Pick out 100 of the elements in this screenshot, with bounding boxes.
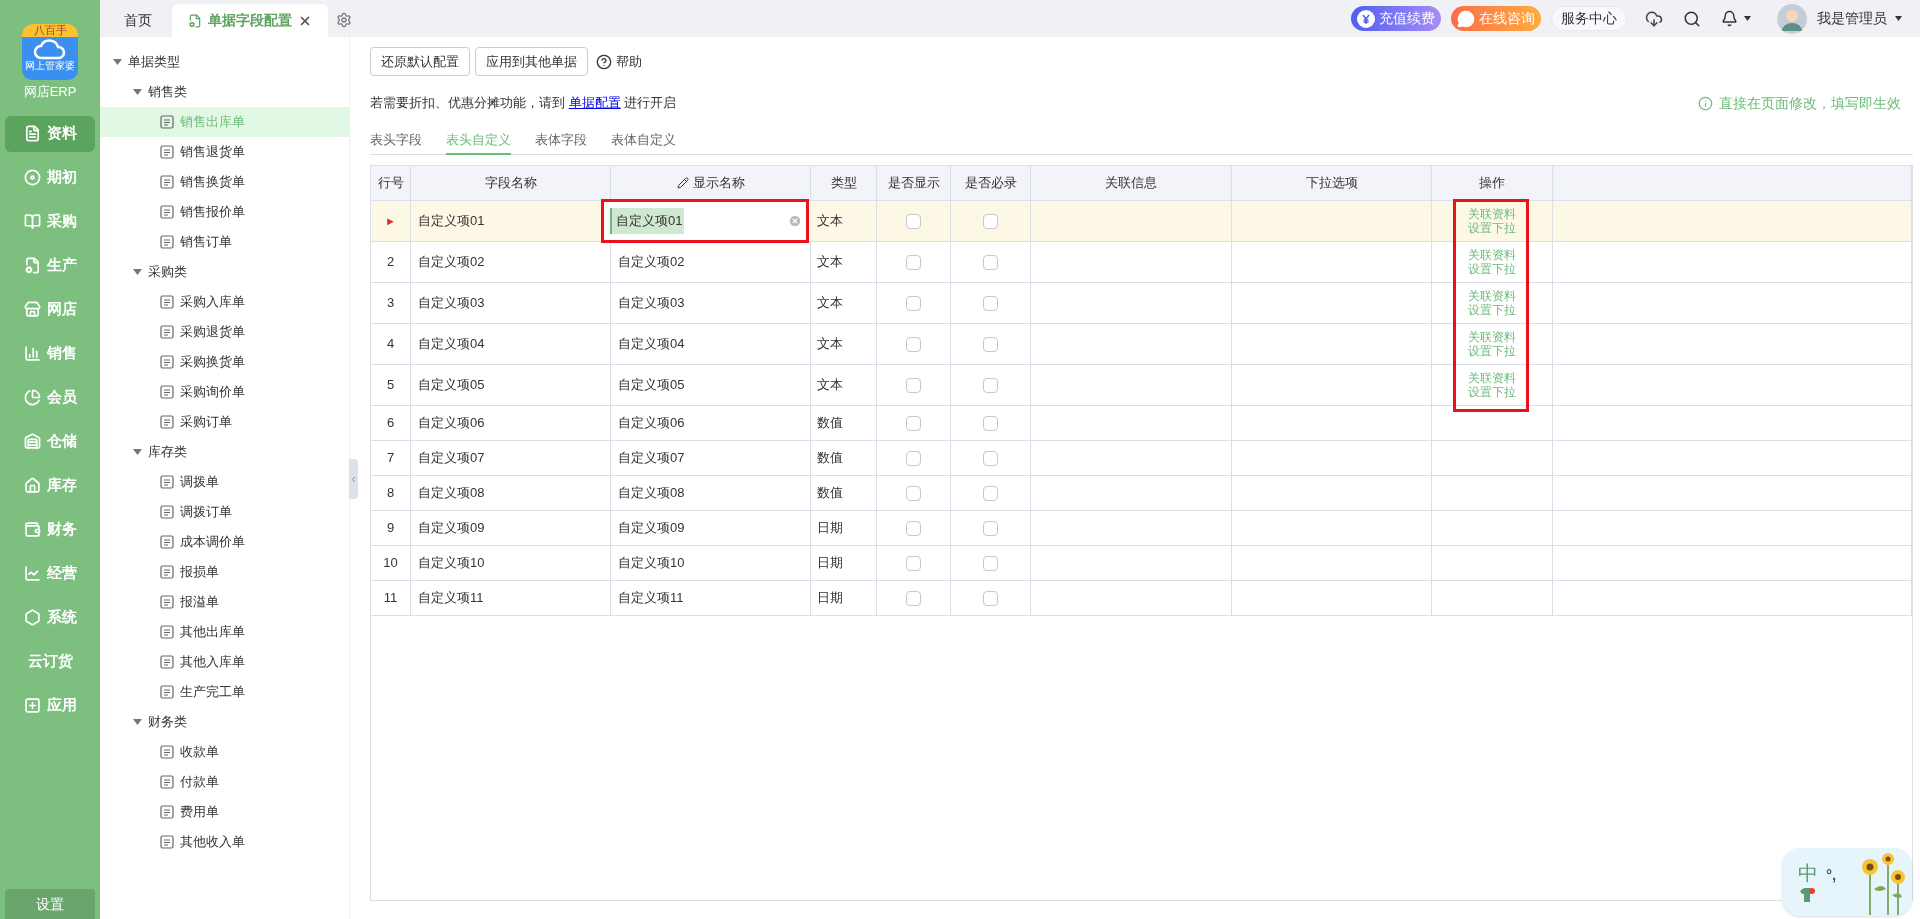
checkbox[interactable] [906,485,921,501]
checkbox[interactable] [906,336,921,352]
nav-icon [23,257,41,274]
checkbox[interactable] [983,590,998,606]
document-config-link[interactable]: 单据配置 [568,95,621,111]
tree-item[interactable]: 采购订单 [100,407,349,437]
table-row[interactable]: 6 自定义项06 自定义项06 数值 [371,406,1912,441]
row-number: 4 [371,324,411,364]
tree-item[interactable]: 采购询价单 [100,377,349,407]
table-row[interactable]: 3 自定义项03 自定义项03 文本 关联资料 设置下拉 [371,283,1912,324]
checkbox[interactable] [983,336,998,352]
checkbox[interactable] [906,415,921,431]
tree-item[interactable]: 报溢单 [100,587,349,617]
caret-icon[interactable] [113,59,122,65]
tree-item[interactable]: 采购换货单 [100,347,349,377]
checkbox[interactable] [906,377,921,393]
toolbar-button[interactable]: 应用到其他单据 [475,47,588,76]
table-row[interactable]: 9 自定义项09 自定义项09 日期 [371,511,1912,546]
table-row[interactable]: 10 自定义项10 自定义项10 日期 [371,546,1912,581]
checkbox[interactable] [983,415,998,431]
table-row[interactable]: 4 自定义项04 自定义项04 文本 关联资料 设置下拉 [371,324,1912,365]
caret-icon[interactable] [133,449,142,455]
collapse-handle[interactable] [349,459,358,499]
nav-icon [23,521,41,538]
checkbox[interactable] [906,520,921,536]
tree-item[interactable]: 采购入库单 [100,287,349,317]
table-cell: 自定义项10 [411,546,611,580]
tree-item[interactable]: 销售报价单 [100,197,349,227]
page-tab[interactable]: 首页 [108,4,168,37]
table-cell: 数值 [811,441,877,475]
tree-item[interactable]: 销售退货单 [100,137,349,167]
checkbox[interactable] [983,377,998,393]
table-row[interactable]: 8 自定义项08 自定义项08 数值 [371,476,1912,511]
table-row[interactable]: 2 自定义项02 自定义项02 文本 关联资料 设置下拉 [371,242,1912,283]
checkbox[interactable] [906,254,921,270]
checkbox[interactable] [983,254,998,270]
user-menu[interactable]: 我是管理员 [1817,8,1902,29]
table-row[interactable]: ► 自定义项01 自定义项01 文本 关联资料 设置下拉 [371,201,1912,242]
tree-item[interactable]: 付款单 [100,767,349,797]
tree-item[interactable]: 其他入库单 [100,647,349,677]
checkbox[interactable] [906,213,921,229]
tree-item[interactable]: 调拨订单 [100,497,349,527]
checkbox[interactable] [983,555,998,571]
tree-item[interactable]: 生产完工单 [100,677,349,707]
tree-node[interactable]: 财务类 [148,712,187,732]
tree-item[interactable]: 销售订单 [100,227,349,257]
search-icon[interactable] [1683,9,1701,28]
caret-icon[interactable] [133,269,142,275]
tree-item[interactable]: 采购退货单 [100,317,349,347]
table-cell: 自定义项04 [611,324,811,364]
table-cell: 文本 [811,201,877,241]
document-icon [160,355,174,369]
document-icon [160,295,174,309]
row-number: 9 [371,511,411,545]
document-icon [160,115,174,129]
tree-node[interactable]: 单据类型 [128,52,180,72]
caret-icon[interactable] [133,719,142,725]
document-icon [160,775,174,789]
sub-tab[interactable]: 表体字段 [535,127,587,155]
tree-item[interactable]: 费用单 [100,797,349,827]
checkbox[interactable] [906,295,921,311]
table-row[interactable]: 11 自定义项11 自定义项11 日期 [371,581,1912,616]
notification-button[interactable] [1721,10,1751,27]
sub-tab[interactable]: 表头字段 [370,127,422,155]
tree-item[interactable]: 成本调价单 [100,527,349,557]
checkbox[interactable] [906,450,921,466]
column-header: 类型 [811,166,877,200]
tree-node[interactable]: 库存类 [148,442,187,462]
checkbox[interactable] [983,520,998,536]
ime-mode: 中 [1798,862,1818,884]
checkbox[interactable] [983,213,998,229]
cloud-download-icon[interactable] [1645,9,1663,28]
table-row[interactable]: 7 自定义项07 自定义项07 数值 [371,441,1912,476]
caret-icon[interactable] [133,89,142,95]
toolbar-button[interactable]: 还原默认配置 [370,47,470,76]
checkbox[interactable] [983,450,998,466]
checkbox[interactable] [983,295,998,311]
tree-item[interactable]: 报损单 [100,557,349,587]
document-icon [160,835,174,849]
tree-item[interactable]: 其他收入单 [100,827,349,857]
service-center-button[interactable]: 服务中心 [1551,6,1627,31]
tree-item[interactable]: 收款单 [100,737,349,767]
checkbox[interactable] [906,590,921,606]
help-link[interactable]: 帮助 [596,51,642,72]
display-name-input[interactable]: 自定义项01 [601,199,809,243]
recharge-button[interactable]: 充值续费 [1351,6,1441,31]
tree-node[interactable]: 销售类 [148,82,187,102]
nav-icon [23,433,41,450]
settings-icon[interactable] [336,12,352,28]
tree-item[interactable]: 调拨单 [100,467,349,497]
ime-widget[interactable]: 中 °, [1782,848,1912,916]
sub-tab[interactable]: 表体自定义 [611,127,676,155]
tree-node[interactable]: 采购类 [148,262,187,282]
checkbox[interactable] [983,485,998,501]
document-icon [160,145,174,159]
clear-icon[interactable] [788,214,802,228]
table-row[interactable]: 5 自定义项05 自定义项05 文本 关联资料 设置下拉 [371,365,1912,406]
tree-item[interactable]: 销售换货单 [100,167,349,197]
checkbox[interactable] [906,555,921,571]
tree-item[interactable]: 其他出库单 [100,617,349,647]
